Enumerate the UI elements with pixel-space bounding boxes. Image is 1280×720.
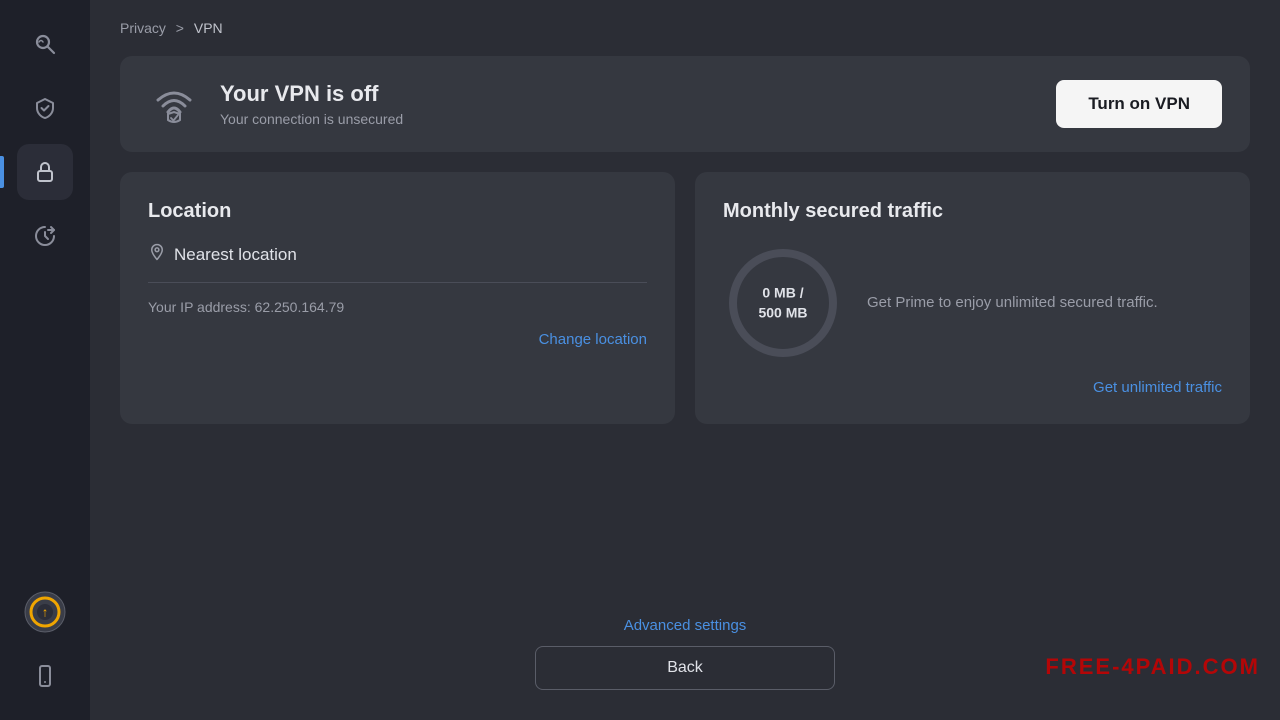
breadcrumb-current: VPN bbox=[194, 20, 223, 36]
sidebar-item-search[interactable] bbox=[17, 16, 73, 72]
bottom-section: Advanced settings Back bbox=[120, 617, 1250, 700]
breadcrumb-separator: > bbox=[176, 20, 184, 36]
ip-address: Your IP address: 62.250.164.79 bbox=[148, 299, 647, 315]
traffic-total: 500 MB bbox=[758, 304, 807, 320]
location-name-text: Nearest location bbox=[174, 245, 297, 265]
vpn-text: Your VPN is off Your connection is unsec… bbox=[220, 81, 403, 127]
sidebar-item-update[interactable]: ↑ ↑ bbox=[17, 584, 73, 640]
vpn-status-card: Your VPN is off Your connection is unsec… bbox=[120, 56, 1250, 152]
traffic-circle: 0 MB / 500 MB bbox=[723, 243, 843, 363]
traffic-card-title: Monthly secured traffic bbox=[723, 200, 1222, 223]
get-unlimited-traffic-link[interactable]: Get unlimited traffic bbox=[723, 379, 1222, 396]
traffic-used: 0 MB / bbox=[762, 284, 803, 300]
vpn-status-left: Your VPN is off Your connection is unsec… bbox=[148, 78, 403, 130]
breadcrumb-parent: Privacy bbox=[120, 20, 166, 36]
vpn-status-title: Your VPN is off bbox=[220, 81, 403, 107]
vpn-status-subtitle: Your connection is unsecured bbox=[220, 111, 403, 127]
location-pin-icon bbox=[148, 243, 166, 266]
location-name: Nearest location bbox=[148, 243, 647, 283]
sidebar-item-mobile[interactable] bbox=[17, 648, 73, 704]
traffic-description: Get Prime to enjoy unlimited secured tra… bbox=[867, 292, 1222, 315]
location-card-title: Location bbox=[148, 200, 647, 223]
traffic-circle-text: 0 MB / 500 MB bbox=[758, 283, 807, 322]
sidebar-item-privacy[interactable] bbox=[17, 144, 73, 200]
advanced-settings-link[interactable]: Advanced settings bbox=[624, 617, 747, 634]
sidebar-item-shield[interactable] bbox=[17, 80, 73, 136]
back-button[interactable]: Back bbox=[535, 646, 835, 690]
turn-on-vpn-button[interactable]: Turn on VPN bbox=[1056, 80, 1222, 128]
sidebar-item-speed[interactable] bbox=[17, 208, 73, 264]
traffic-info: Get Prime to enjoy unlimited secured tra… bbox=[867, 292, 1222, 315]
vpn-icon bbox=[148, 78, 200, 130]
traffic-content: 0 MB / 500 MB Get Prime to enjoy unlimit… bbox=[723, 243, 1222, 363]
breadcrumb: Privacy > VPN bbox=[120, 20, 1250, 36]
location-card: Location Nearest location Your IP addres… bbox=[120, 172, 675, 424]
change-location-link[interactable]: Change location bbox=[148, 331, 647, 348]
sidebar: ↑ ↑ bbox=[0, 0, 90, 720]
cards-row: Location Nearest location Your IP addres… bbox=[120, 172, 1250, 424]
main-content: Privacy > VPN Your VPN is off Your conne… bbox=[90, 0, 1280, 720]
svg-text:↑: ↑ bbox=[42, 605, 49, 620]
traffic-card: Monthly secured traffic 0 MB / 500 MB Ge… bbox=[695, 172, 1250, 424]
